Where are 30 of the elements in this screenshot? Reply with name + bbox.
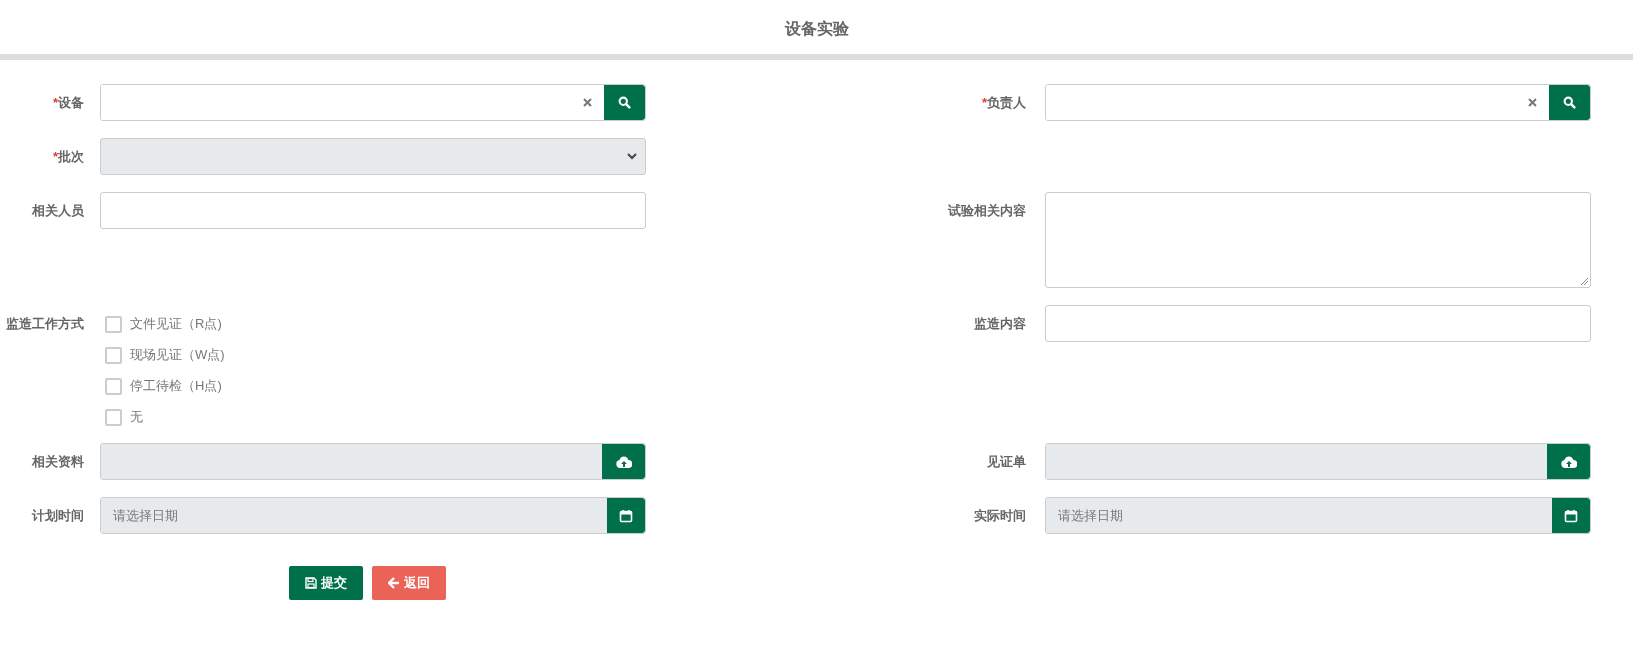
back-button[interactable]: 返回: [372, 566, 446, 600]
select-dropdown[interactable]: [100, 138, 646, 175]
field-label: *批次: [52, 149, 84, 164]
field-label: 计划时间: [32, 508, 84, 523]
checkbox-label: 现场见证（W点): [130, 346, 225, 365]
save-icon: [305, 577, 317, 589]
submit-button[interactable]: 提交: [289, 566, 363, 600]
field-label: *设备: [52, 95, 84, 110]
text-input[interactable]: [1045, 305, 1591, 342]
checkbox[interactable]: [105, 377, 122, 395]
checkbox-label: 文件见证（R点): [130, 315, 222, 334]
resize-handle-icon[interactable]: [1580, 277, 1588, 285]
field-label: 试验相关内容: [948, 203, 1026, 218]
field-label: 相关人员: [32, 203, 84, 218]
field-label: 监造内容: [974, 316, 1026, 331]
field-label: 实际时间: [974, 508, 1026, 523]
text-input[interactable]: [100, 192, 646, 229]
arrow-left-icon: [388, 577, 400, 589]
checkbox-label: 无: [130, 408, 143, 427]
checkbox[interactable]: [105, 408, 122, 426]
chevron-down-icon: [627, 153, 637, 160]
field-label: 监造工作方式: [6, 316, 84, 331]
checkbox[interactable]: [105, 346, 122, 364]
field-label: 见证单: [987, 454, 1026, 469]
checkbox-label: 停工待检（H点): [130, 377, 222, 396]
field-label: 相关资料: [32, 454, 84, 469]
field-label: *负责人: [981, 95, 1026, 110]
text-area[interactable]: [1045, 192, 1591, 288]
page-title: 设备实验: [784, 19, 849, 39]
checkbox[interactable]: [105, 315, 122, 333]
